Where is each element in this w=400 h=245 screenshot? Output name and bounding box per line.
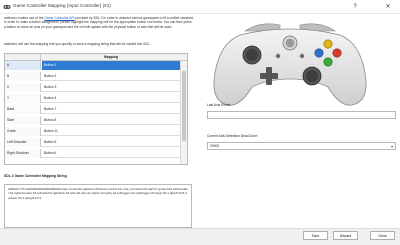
description-line2: antimicro will use the mapping that you … — [4, 42, 151, 46]
discard-button[interactable]: Discard — [333, 231, 358, 240]
mapping-cell[interactable]: Button 8 — [42, 116, 181, 125]
mapping-cell[interactable]: Button 6 — [42, 149, 181, 158]
row-button-name: B — [5, 72, 41, 81]
controller-image — [213, 23, 367, 106]
mapping-cell[interactable]: Button 1 — [42, 61, 181, 70]
dead-zone-select[interactable]: 20000 ▾ — [207, 142, 396, 150]
dead-zone-label: Current Axis Detection Dead Zone: — [207, 134, 258, 138]
table-scrollbar[interactable] — [180, 61, 187, 164]
close-window-button[interactable]: ✕ — [382, 2, 394, 12]
row-button-name: Right Shoulder — [5, 149, 41, 158]
row-button-name: Y — [5, 94, 41, 103]
dead-zone-value: 20000 — [210, 144, 220, 148]
mapping-string-field[interactable]: 2fb60bc7377d1000000000000000000,Input Co… — [4, 184, 192, 228]
mapping-cell[interactable]: Button 2 — [42, 72, 181, 81]
table-row[interactable]: Y Button 4 — [5, 94, 187, 103]
table-row[interactable]: A Button 1 — [5, 61, 187, 70]
row-button-name: Guide — [5, 127, 41, 136]
table-row[interactable]: X Button 3 — [5, 83, 187, 92]
description-text: antimicro makes use of the Game Controll… — [4, 16, 194, 29]
mapping-column-header: Mapping — [104, 55, 118, 59]
table-row[interactable]: Start Button 8 — [5, 116, 187, 125]
mapping-string-title: SDL 2 Game Controller Mapping String — [4, 174, 67, 178]
mapping-table: Mapping A Button 1 B Button 2 X Button 3… — [4, 53, 188, 165]
last-axis-event-label: Last Axis Event: — [207, 103, 231, 107]
window-title: Game Controller Mapping (Input Controlle… — [13, 3, 111, 8]
row-button-name: Start — [5, 116, 41, 125]
chevron-down-icon: ▾ — [390, 144, 393, 149]
row-button-name: X — [5, 83, 41, 92]
scrollbar-thumb[interactable] — [182, 71, 186, 141]
table-row[interactable]: Back Button 7 — [5, 105, 187, 114]
save-button[interactable]: Save — [303, 231, 328, 240]
game-controller-api-link[interactable]: Game Controller API — [44, 16, 74, 20]
mapping-table-header: Mapping — [5, 54, 187, 61]
description-part1: antimicro makes use of the — [4, 16, 45, 20]
resize-grip-icon[interactable]: ⋰ — [395, 239, 399, 244]
last-axis-event-field[interactable] — [207, 111, 396, 119]
mapping-cell[interactable]: Button 5 — [42, 138, 181, 147]
row-button-name: Back — [5, 105, 41, 114]
table-row[interactable]: Right Shoulder Button 6 — [5, 149, 187, 158]
table-row[interactable]: B Button 2 — [5, 72, 187, 81]
mapping-cell[interactable]: Button 4 — [42, 94, 181, 103]
table-row[interactable]: Left Shoulder Button 5 — [5, 138, 187, 147]
mapping-cell[interactable]: Button 11 — [42, 127, 181, 136]
gamepad-app-icon — [3, 5, 11, 9]
close-button[interactable]: Close — [370, 231, 395, 240]
table-corner — [5, 54, 41, 61]
table-row[interactable]: Guide Button 11 — [5, 127, 187, 136]
mapping-cell[interactable]: Button 7 — [42, 105, 181, 114]
help-button[interactable]: ? — [349, 2, 361, 12]
row-button-name: A — [5, 61, 41, 70]
mapping-cell[interactable]: Button 3 — [42, 83, 181, 92]
title-bar: Game Controller Mapping (Input Controlle… — [0, 0, 400, 14]
row-button-name: Left Shoulder — [5, 138, 41, 147]
